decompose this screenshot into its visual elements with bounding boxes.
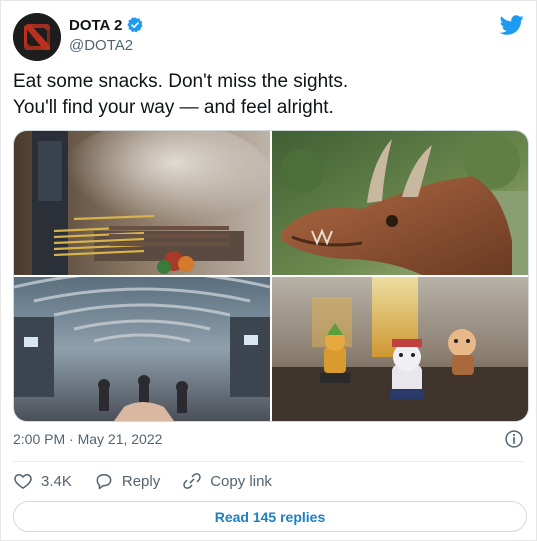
- action-bar: 3.4K Reply Copy link: [13, 469, 272, 493]
- verified-badge-icon: [127, 17, 143, 33]
- author-name[interactable]: DOTA 2: [69, 17, 122, 34]
- dota-logo-icon: [13, 13, 61, 61]
- copy-link-label: Copy link: [210, 472, 272, 490]
- photo-grill-skewers[interactable]: [14, 131, 270, 275]
- photo-dragon-statue[interactable]: [272, 131, 528, 275]
- link-icon: [183, 473, 201, 489]
- read-replies-button[interactable]: Read 145 replies: [13, 501, 527, 532]
- like-button[interactable]: 3.4K: [13, 471, 72, 491]
- author-row: DOTA 2: [69, 16, 144, 34]
- author-handle[interactable]: @DOTA2: [69, 37, 133, 54]
- heart-icon: [14, 474, 32, 489]
- copy-link-button[interactable]: Copy link: [182, 471, 272, 491]
- like-count: 3.4K: [41, 472, 72, 490]
- reply-icon: [96, 474, 112, 490]
- reply-label: Reply: [121, 472, 161, 490]
- info-icon[interactable]: [504, 429, 524, 449]
- avatar[interactable]: [13, 13, 61, 61]
- twitter-bird-icon[interactable]: [500, 13, 524, 37]
- tweet-text: Eat some snacks. Don't miss the sights. …: [13, 71, 349, 118]
- divider: [13, 461, 524, 462]
- media-grid: [13, 130, 529, 422]
- photo-figurines-drinks[interactable]: [272, 277, 528, 421]
- tweet-timestamp[interactable]: 2:00 PM · May 21, 2022: [13, 431, 162, 447]
- reply-button[interactable]: Reply: [94, 471, 160, 491]
- tweet-card: DOTA 2 @DOTA2 Eat some snacks. Don't mis…: [0, 0, 537, 541]
- photo-market-hall[interactable]: [14, 277, 270, 421]
